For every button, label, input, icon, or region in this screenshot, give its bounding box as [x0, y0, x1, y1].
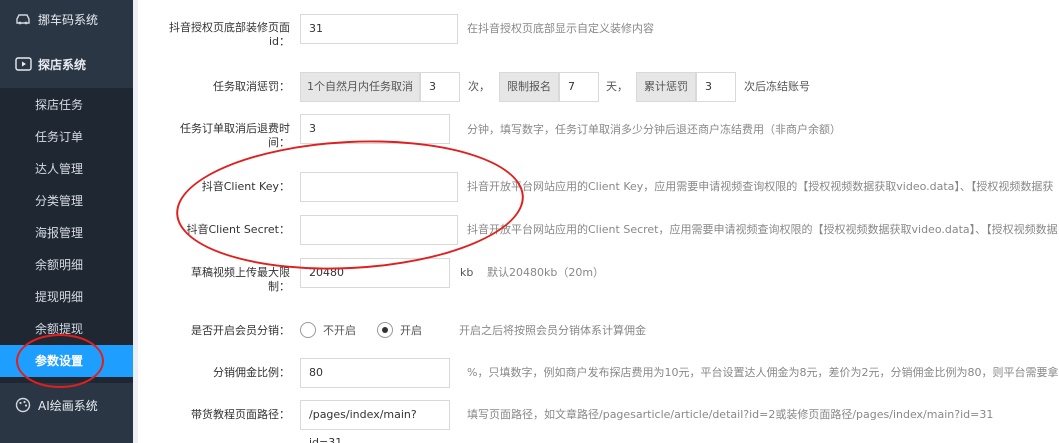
commission-ratio-label: 分销佣金比例： [213, 366, 290, 379]
task-cancel-addon-cumulative: 累计惩罚 [636, 72, 696, 102]
member-distribution-hint: 开启之后将按照会员分销体系计算佣金 [459, 324, 646, 337]
client-secret-input[interactable] [300, 215, 458, 245]
task-cancel-count-input[interactable]: 3 [420, 72, 460, 102]
task-cancel-unit-freeze: 次后冻结账号 [744, 80, 810, 93]
member-distribution-on-label[interactable]: 开启 [400, 324, 422, 338]
video-limit-hint: 默认20480kb（20m） [487, 266, 605, 279]
sidebar-item-balance-withdraw[interactable]: 余额提现 [0, 313, 133, 345]
video-limit-unit: kb [460, 266, 474, 279]
member-distribution-off-radio[interactable] [300, 322, 316, 338]
video-icon [14, 55, 32, 73]
commission-ratio-input[interactable]: 80 [300, 358, 450, 388]
member-distribution-off-label[interactable]: 不开启 [323, 324, 356, 338]
nav-group-label: 探店系统 [38, 57, 87, 72]
task-cancel-addon-period: 1个自然月内任务取消 [300, 72, 420, 102]
video-limit-label: 草稿视频上传最大限制： [191, 266, 290, 293]
client-secret-hint: 抖音开放平台网站应用的Client Secret，应用需要申请视频查询权限的【授… [467, 223, 1058, 236]
palette-icon [14, 396, 32, 414]
nav-group-label: 挪车码系统 [38, 12, 99, 27]
refund-time-label: 任务订单取消后退费时间： [180, 122, 290, 149]
annotation-ellipse-credentials [172, 131, 528, 279]
nav-group-label: AI绘画系统 [38, 398, 98, 413]
sidebar-item-explore-task[interactable]: 探店任务 [0, 89, 133, 121]
commission-ratio-hint: %，只填数字，例如商户发布探店费用为10元，平台设置达人佣金为8元，差价为2元，… [467, 366, 1059, 379]
task-cancel-unit-days: 天， [606, 80, 628, 93]
sidebar-item-settings[interactable]: 参数设置 [0, 345, 133, 377]
sidebar-item-task-orders[interactable]: 任务订单 [0, 121, 133, 153]
task-cancel-unit-times: 次， [468, 80, 490, 93]
client-key-hint: 抖音开放平台网站应用的Client Key，应用需要申请视频查询权限的【授权视频… [467, 180, 1054, 193]
task-cancel-addon-restrict: 限制报名 [499, 72, 559, 102]
sidebar-divider [133, 0, 138, 443]
sidebar: 挪车码系统 探店系统 探店任务 任务订单 达人管理 分类管理 海报管理 余额明细… [0, 0, 133, 443]
member-distribution-label: 是否开启会员分销： [191, 324, 290, 337]
refund-time-hint: 分钟，填写数字，任务订单取消多少分钟后退还商户冻结费用（非商户余额） [467, 123, 841, 136]
nav-group-explore-store[interactable]: 探店系统 [0, 48, 133, 80]
client-secret-label: 抖音Client Secret： [186, 223, 290, 236]
footer-decor-hint: 在抖音授权页底部显示自定义装修内容 [467, 22, 654, 35]
footer-decor-input[interactable]: 31 [300, 14, 458, 44]
car-icon [14, 10, 32, 28]
task-cancel-cumulative-input[interactable]: 3 [696, 72, 736, 102]
sidebar-item-posters[interactable]: 海报管理 [0, 217, 133, 249]
sidebar-item-withdraw-detail[interactable]: 提现明细 [0, 281, 133, 313]
client-key-input[interactable] [300, 172, 458, 202]
sidebar-item-influencers[interactable]: 达人管理 [0, 153, 133, 185]
nav-group-ai-painting[interactable]: AI绘画系统 [0, 390, 133, 420]
sidebar-item-balance-detail[interactable]: 余额明细 [0, 249, 133, 281]
client-key-label: 抖音Client Key： [201, 180, 290, 193]
nav-group-move-car[interactable]: 挪车码系统 [0, 4, 133, 34]
sidebar-item-categories[interactable]: 分类管理 [0, 185, 133, 217]
tutorial-path-hint: 填写页面路径，如文章路径/pagesarticle/article/detail… [467, 408, 994, 421]
tutorial-path-label: 带货教程页面路径： [191, 408, 290, 421]
tutorial-path-input[interactable]: /pages/index/main?id=31 [300, 400, 450, 443]
footer-decor-label: 抖音授权页底部装修页面id： [169, 21, 290, 48]
video-limit-input[interactable]: 20480 [300, 258, 450, 288]
task-cancel-label: 任务取消惩罚： [213, 80, 290, 93]
refund-time-input[interactable]: 3 [300, 114, 450, 144]
member-distribution-on-radio[interactable] [377, 322, 393, 338]
task-cancel-days-input[interactable]: 7 [559, 72, 599, 102]
